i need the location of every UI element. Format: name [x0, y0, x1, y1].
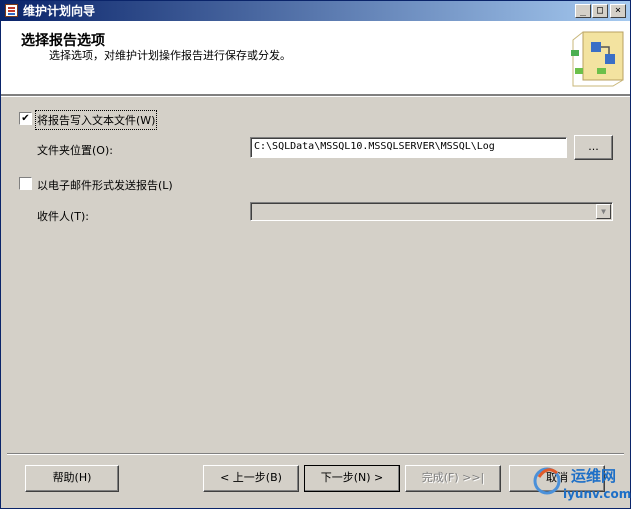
email-checkbox[interactable]: [19, 177, 32, 190]
finish-button[interactable]: 完成(F) >>|: [405, 465, 501, 492]
watermark-url: iyunv.com: [563, 487, 632, 501]
chevron-down-icon[interactable]: ▼: [596, 204, 611, 219]
header-divider: [1, 95, 630, 97]
minimize-button[interactable]: _: [575, 4, 591, 18]
write-text-checkbox[interactable]: ✔: [19, 112, 32, 125]
title-bar[interactable]: 维护计划向导 _ □ ×: [1, 1, 630, 21]
watermark-logo-icon: [533, 467, 561, 495]
watermark: 运维网 iyunv.com: [529, 459, 632, 507]
folder-location-input[interactable]: C:\SQLData\MSSQL10.MSSQLSERVER\MSSQL\Log: [250, 137, 567, 158]
window-title: 维护计划向导: [23, 4, 96, 18]
browse-button[interactable]: ...: [574, 135, 613, 160]
write-text-label[interactable]: 将报告写入文本文件(W): [34, 110, 158, 130]
app-icon: [5, 4, 18, 17]
wizard-window: 维护计划向导 _ □ × 选择报告选项 选择选项，对维护计划操作报告进行保存或分…: [0, 0, 631, 509]
page-subtitle: 选择选项，对维护计划操作报告进行保存或分发。: [49, 49, 291, 62]
recipient-label: 收件人(T):: [37, 210, 90, 223]
close-button[interactable]: ×: [610, 4, 626, 18]
watermark-name: 运维网: [571, 467, 617, 485]
next-button[interactable]: 下一步(N) >: [304, 465, 400, 492]
wizard-header: 选择报告选项 选择选项，对维护计划操作报告进行保存或分发。: [1, 21, 630, 95]
recipient-dropdown[interactable]: ▼: [250, 202, 613, 221]
back-button[interactable]: < 上一步(B): [203, 465, 299, 492]
email-label[interactable]: 以电子邮件形式发送报告(L): [37, 177, 173, 193]
help-button[interactable]: 帮助(H): [25, 465, 119, 492]
maximize-button[interactable]: □: [592, 4, 608, 18]
wizard-graphic-icon: [571, 31, 624, 87]
footer-divider: [7, 453, 624, 455]
folder-location-label: 文件夹位置(O):: [37, 144, 113, 157]
